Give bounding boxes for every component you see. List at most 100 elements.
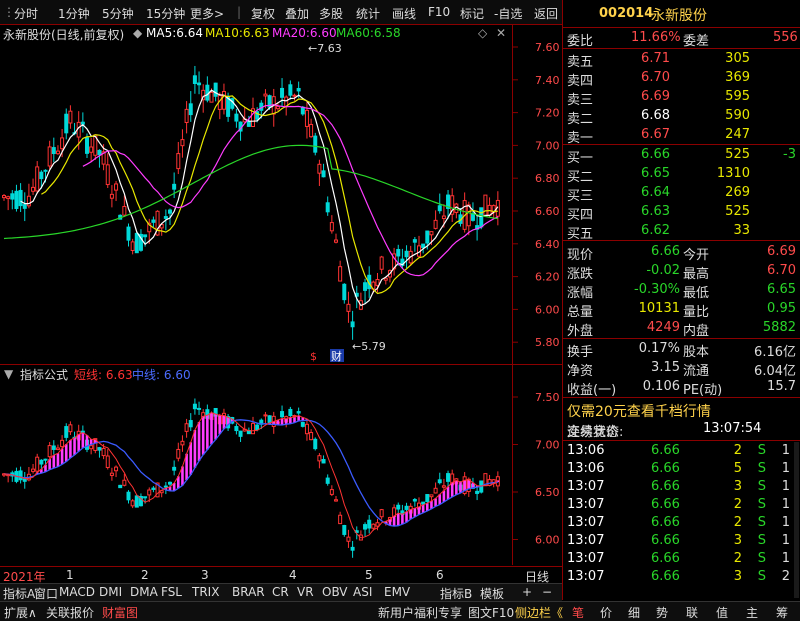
ask-price: 6.67 [641,127,670,142]
related-quote-tab[interactable]: 关联报价 [46,604,94,621]
ask-volume: 590 [725,108,750,123]
ind-candle-body [313,438,318,450]
tick-count: 1 [781,497,790,512]
quote-header: 002014 永新股份 [563,0,800,28]
tab-15min[interactable]: 15分钟 [146,5,185,22]
stock-name[interactable]: 永新股份 [651,5,707,25]
remove-favorite-button[interactable]: -自选 [494,5,522,22]
weicha-value: 556 [773,30,798,45]
candle-body [126,226,131,241]
indicator-tab-bar: 指标A 窗口 MACD DMI DMA FSL TRIX BRAR CR VR OBV ASI EMV 指… [0,583,562,601]
quick-tab-chou[interactable]: 筹 [776,604,788,621]
ind-candle-body [441,485,446,488]
restore-rights-button[interactable]: 复权 [251,5,275,22]
indicator-chart[interactable] [0,380,512,565]
candle-body [39,171,44,180]
finance-marker[interactable]: 财 [331,349,342,362]
bid-row: 买二 6.65 1310 [563,166,800,185]
indicator-tab-dmi[interactable]: DMI [99,585,122,599]
stat-value: 5882 [762,320,796,335]
multi-stock-button[interactable]: 多股 [319,5,343,22]
quick-tab-zhu[interactable]: 主 [746,604,758,621]
month-4: 4 [289,568,297,582]
expand-button[interactable]: 扩展∧ [4,604,37,621]
stat-value: 6.65 [767,282,796,297]
indicator-tab-dma[interactable]: DMA [130,585,158,599]
new-user-promo-link[interactable]: 新用户福利专享 [378,604,462,621]
tick-volume: 2 [733,551,742,566]
chart-diamond-icon[interactable]: ◇ [478,26,487,40]
indicator-settings-icon[interactable]: ▼ [4,367,13,381]
candle-body [97,149,102,156]
candle-body [143,234,148,238]
indicator-tab-right[interactable]: 模板 [480,585,504,602]
ind-candle-body [346,536,351,542]
quick-tab-shi[interactable]: 势 [656,604,668,621]
indicator-tab-cr[interactable]: CR [272,585,289,599]
back-button[interactable]: 返回 [534,5,558,22]
draw-line-button[interactable]: 画线 [392,5,416,22]
indicator-tab-窗口[interactable]: 窗口 [34,585,58,602]
ask-row: 卖二 6.68 590 [563,108,800,127]
fund-label: PE(动) [683,383,723,398]
candle-body [280,87,285,98]
candle-body [221,90,226,110]
stat-value: 6.70 [767,263,796,278]
quick-tab-xi[interactable]: 细 [628,604,640,621]
indicator-tab-vr[interactable]: VR [297,585,314,599]
ask-level-label: 卖三 [567,93,594,108]
indicator-tab-macd[interactable]: MACD [59,585,95,599]
indicator-tab-emv[interactable]: EMV [384,585,410,599]
ind-candle-body [338,514,343,525]
candle-body [412,239,417,243]
indicator-tab-obv[interactable]: OBV [322,585,348,599]
dividend-marker[interactable]: $ [310,350,317,362]
wealth-chart-tab[interactable]: 财富图 [102,604,138,621]
ind-candle-body [122,479,127,486]
bid-level-label: 买一 [567,151,594,166]
indicator-tab-fsl[interactable]: FSL [161,585,182,599]
ma-settings-icon[interactable]: ◆ [133,26,142,40]
indicator-tab-指标a[interactable]: 指标A [3,585,35,602]
candle-body [383,277,388,281]
chart-toolbar: ⋮ 分时 1分钟 5分钟 15分钟 更多> | 复权 叠加 多股 统计 画线 F… [0,0,562,25]
fund-value: 6.16亿 [754,345,796,360]
indicator-tab-right[interactable]: 指标B [440,585,472,602]
depth-promo-link[interactable]: 仅需20元查看千档行情 [563,401,800,421]
ask-level-label: 卖五 [567,55,594,70]
quick-tab-jia[interactable]: 价 [600,604,612,621]
indicator-tab-asi[interactable]: ASI [353,585,372,599]
indicator-tab-trix[interactable]: TRIX [192,585,219,599]
bid-volume: 33 [733,223,750,238]
candlestick-chart[interactable]: ←7.63 ←5.79 $ 财 [0,40,512,362]
ind-candle-body [396,504,401,510]
tab-1min[interactable]: 1分钟 [58,5,90,22]
stat-label: 量比 [683,305,710,320]
quick-tab-lian[interactable]: 联 [686,604,698,621]
quote-stat-row: 涨跌 -0.02 最高 6.70 [563,263,800,282]
tab-5min[interactable]: 5分钟 [102,5,134,22]
quick-tab-bi[interactable]: 笔 [572,604,584,621]
depth-promo-text[interactable]: 仅需20元查看千档行情 [567,401,711,421]
indicator-tab-brar[interactable]: BRAR [232,585,265,599]
statistics-button[interactable]: 统计 [356,5,380,22]
tick-direction: S [757,569,766,584]
indicator-tab-right[interactable]: + [522,585,532,599]
candle-body [334,239,338,243]
tab-more[interactable]: 更多> [190,5,224,22]
ma60-label: MA60:6.58 [336,26,401,40]
ask-row: 卖一 6.67 247 [563,127,800,146]
tick-direction: S [757,443,766,458]
sidebar-toggle-button[interactable]: 侧边栏《 [515,604,563,621]
overlay-button[interactable]: 叠加 [285,5,309,22]
mark-button[interactable]: 标记 [460,5,484,22]
chart-close-icon[interactable]: ✕ [496,26,506,40]
tab-intraday[interactable]: 分时 [14,5,38,22]
ind-candle-body [105,455,110,468]
quick-tab-zhi[interactable]: 值 [716,604,728,621]
fund-label: 换手 [567,345,594,360]
f10-button[interactable]: F10 [428,5,450,19]
f10-graphic-button[interactable]: 图文F10 [468,604,514,621]
ind-candle-body [412,499,417,502]
indicator-tab-right[interactable]: − [542,585,552,599]
